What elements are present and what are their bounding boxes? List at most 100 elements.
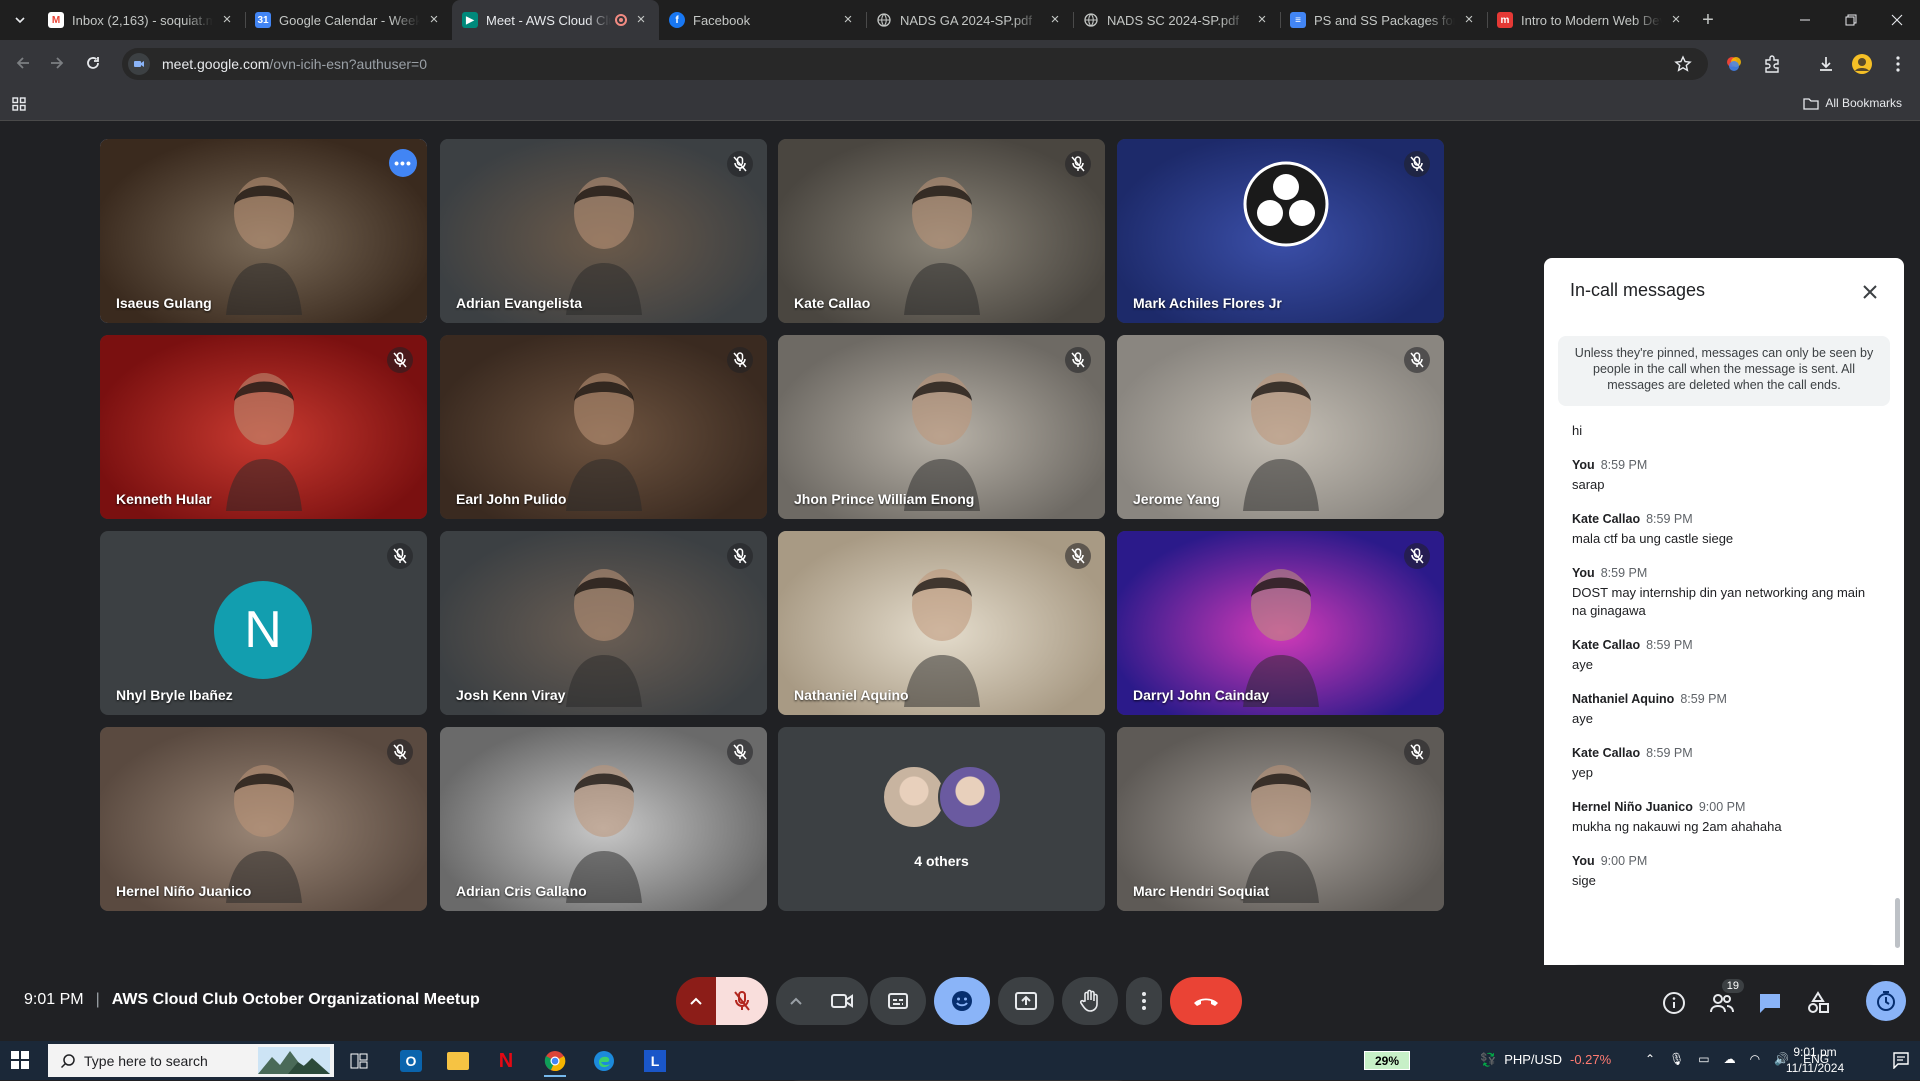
- browser-menu-icon[interactable]: [1882, 48, 1914, 80]
- close-tab-icon[interactable]: ×: [633, 12, 649, 28]
- browser-tab-course[interactable]: m Intro to Modern Web Dev ×: [1487, 0, 1694, 40]
- browser-tab-docs[interactable]: ≡ PS and SS Packages for Sc ×: [1280, 0, 1487, 40]
- chrome-icon[interactable]: [536, 1045, 574, 1077]
- browser-tab-nads-ga[interactable]: NADS GA 2024-SP.pdf ×: [866, 0, 1073, 40]
- edge-icon[interactable]: [585, 1045, 623, 1077]
- notification-center-icon[interactable]: [1892, 1051, 1910, 1069]
- leave-call-button[interactable]: [1170, 977, 1242, 1025]
- restore-button[interactable]: [1828, 0, 1874, 40]
- browser-tab-gmail[interactable]: M Inbox (2,163) - soquiat.m ×: [38, 0, 245, 40]
- file-explorer-icon[interactable]: [439, 1045, 477, 1077]
- microphone-button[interactable]: [716, 977, 768, 1025]
- audio-options-button[interactable]: [676, 977, 716, 1025]
- close-window-button[interactable]: [1874, 0, 1920, 40]
- tray-chevron-up-icon[interactable]: ⌃: [1645, 1052, 1655, 1066]
- close-tab-icon[interactable]: ×: [1668, 12, 1684, 28]
- participant-tile[interactable]: Josh Kenn Viray: [440, 531, 767, 715]
- participant-tile[interactable]: 4 others: [778, 727, 1105, 911]
- profile-avatar[interactable]: [1846, 48, 1878, 80]
- participant-name: Jhon Prince William Enong: [794, 491, 975, 507]
- calendar-icon: 31: [255, 12, 271, 28]
- battery-indicator[interactable]: 29%: [1364, 1051, 1410, 1070]
- send-reaction-button[interactable]: [934, 977, 990, 1025]
- launcher-l-icon[interactable]: L: [636, 1045, 674, 1077]
- onedrive-tray-icon[interactable]: ☁: [1724, 1052, 1736, 1066]
- battery-tray-icon[interactable]: ▭: [1698, 1052, 1709, 1066]
- close-tab-icon[interactable]: ×: [1461, 12, 1477, 28]
- tab-search-button[interactable]: [8, 8, 32, 32]
- meeting-details-button[interactable]: [1658, 987, 1690, 1019]
- new-tab-button[interactable]: +: [1694, 0, 1722, 40]
- participant-tile[interactable]: N Nhyl Bryle Ibañez: [100, 531, 427, 715]
- mic-off-icon: [1065, 151, 1091, 177]
- more-options-button[interactable]: [1126, 977, 1162, 1025]
- participant-name: Adrian Cris Gallano: [456, 883, 587, 899]
- currency-widget[interactable]: 💱 PHP/USD -0.27%: [1480, 1052, 1611, 1068]
- reload-button[interactable]: [76, 46, 110, 80]
- close-tab-icon[interactable]: ×: [219, 12, 235, 28]
- downloads-icon[interactable]: [1810, 48, 1842, 80]
- profile-color-extension-icon[interactable]: [1718, 48, 1750, 80]
- mic-off-icon: [727, 739, 753, 765]
- participant-tile[interactable]: Kate Callao: [778, 139, 1105, 323]
- close-tab-icon[interactable]: ×: [1047, 12, 1063, 28]
- browser-tab-facebook[interactable]: f Facebook ×: [659, 0, 866, 40]
- close-tab-icon[interactable]: ×: [426, 12, 442, 28]
- browser-tab-nads-sc[interactable]: NADS SC 2024-SP.pdf ×: [1073, 0, 1280, 40]
- participant-tile[interactable]: Adrian Cris Gallano: [440, 727, 767, 911]
- bookmark-star-icon[interactable]: [1674, 55, 1692, 73]
- apps-grid-icon[interactable]: [12, 97, 26, 111]
- back-button[interactable]: [6, 46, 40, 80]
- participant-tile[interactable]: Jhon Prince William Enong: [778, 335, 1105, 519]
- tab-title: Inbox (2,163) - soquiat.m: [72, 12, 213, 28]
- camera-button[interactable]: [816, 977, 868, 1025]
- task-view-icon[interactable]: [340, 1045, 378, 1077]
- site-info-icon[interactable]: [128, 53, 150, 75]
- info-icon: [1663, 992, 1685, 1014]
- extensions-puzzle-icon[interactable]: [1756, 48, 1788, 80]
- people-button[interactable]: 19: [1706, 979, 1744, 1019]
- outlook-icon[interactable]: O: [392, 1045, 430, 1077]
- participant-tile[interactable]: Nathaniel Aquino: [778, 531, 1105, 715]
- taskbar-search-box[interactable]: Type here to search: [48, 1044, 334, 1077]
- arrow-left-icon: [16, 57, 29, 69]
- participant-tile[interactable]: Marc Hendri Soquiat: [1117, 727, 1444, 911]
- all-bookmarks-button[interactable]: All Bookmarks: [1803, 96, 1902, 110]
- taskbar-clock[interactable]: 9:01 pm 11/11/2024: [1770, 1044, 1860, 1076]
- captions-button[interactable]: [870, 977, 926, 1025]
- participant-tile[interactable]: Adrian Evangelista: [440, 139, 767, 323]
- close-tab-icon[interactable]: ×: [1254, 12, 1270, 28]
- participant-tile[interactable]: Kenneth Hular: [100, 335, 427, 519]
- chat-message: You 9:00 PM sige: [1572, 854, 1872, 890]
- chat-button[interactable]: [1754, 987, 1786, 1019]
- participant-tile[interactable]: Mark Achiles Flores Jr: [1117, 139, 1444, 323]
- minimize-button[interactable]: [1782, 0, 1828, 40]
- mic-off-icon: [727, 543, 753, 569]
- participant-tile[interactable]: Isaeus Gulang •••: [100, 139, 427, 323]
- browser-tab-calendar[interactable]: 31 Google Calendar - Week o ×: [245, 0, 452, 40]
- hand-icon: [1079, 989, 1098, 1012]
- participant-tile[interactable]: Jerome Yang: [1117, 335, 1444, 519]
- address-bar[interactable]: meet.google.com/ovn-icih-esn?authuser=0: [122, 48, 1708, 80]
- chevron-up-icon: [790, 997, 802, 1005]
- participant-tile[interactable]: Hernel Niño Juanico: [100, 727, 427, 911]
- more-options-icon[interactable]: •••: [389, 149, 417, 177]
- microphone-tray-icon[interactable]: 🎙: [1669, 1052, 1684, 1066]
- present-now-button[interactable]: [998, 977, 1054, 1025]
- netflix-icon[interactable]: N: [487, 1045, 525, 1077]
- close-tab-icon[interactable]: ×: [840, 12, 856, 28]
- raise-hand-button[interactable]: [1062, 977, 1118, 1025]
- participant-tile[interactable]: Darryl John Cainday: [1117, 531, 1444, 715]
- activities-shapes-button[interactable]: [1802, 987, 1834, 1019]
- host-controls-button[interactable]: [1866, 981, 1906, 1021]
- mic-off-icon: [1065, 347, 1091, 373]
- forward-button[interactable]: [40, 46, 74, 80]
- windows-start-button[interactable]: [10, 1050, 30, 1070]
- wifi-icon[interactable]: ◠: [1750, 1052, 1760, 1066]
- video-options-button[interactable]: [776, 977, 816, 1025]
- browser-tab-meet[interactable]: ▶ Meet - AWS Cloud Clu ×: [452, 0, 659, 40]
- chat-scrollbar[interactable]: [1895, 898, 1900, 948]
- participant-tile[interactable]: Earl John Pulido: [440, 335, 767, 519]
- close-chat-button[interactable]: [1856, 278, 1884, 306]
- message-text: hi: [1572, 423, 1583, 438]
